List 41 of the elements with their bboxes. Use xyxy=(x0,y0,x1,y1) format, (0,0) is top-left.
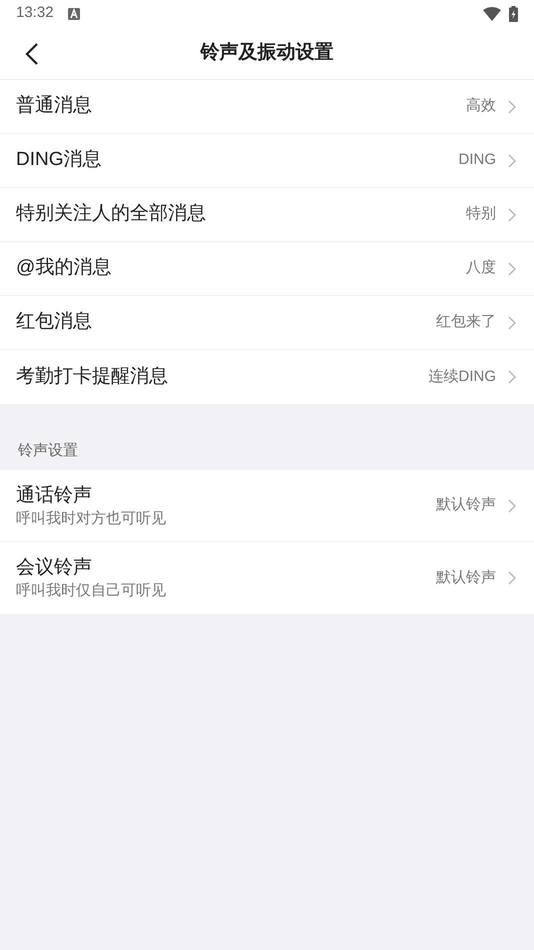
chevron-icon xyxy=(508,370,516,384)
setting-label: 考勤打卡提醒消息 xyxy=(16,364,168,389)
chevron-icon xyxy=(508,571,516,585)
setting-value: 连续DING xyxy=(428,366,496,387)
setting-value: 默认铃声 xyxy=(436,495,496,516)
battery-icon xyxy=(509,6,518,22)
status-time: 13:32 xyxy=(16,3,54,24)
setting-value: 红包来了 xyxy=(436,312,496,332)
setting-label: 通话铃声 xyxy=(16,484,93,508)
section-heading: 铃声设置 xyxy=(18,440,78,460)
setting-value: 默认铃声 xyxy=(436,568,496,588)
setting-row[interactable]: 普通消息 高效 xyxy=(0,80,534,134)
setting-value: 特别 xyxy=(466,204,496,224)
setting-label: @我的消息 xyxy=(16,256,112,280)
chevron-icon xyxy=(508,498,516,512)
setting-label: 特别关注人的全部消息 xyxy=(16,202,206,226)
setting-row[interactable]: DING消息 DING xyxy=(0,134,534,188)
setting-row[interactable]: 会议铃声 呼叫我时仅自己可听见 默认铃声 xyxy=(0,542,534,614)
setting-label: DING消息 xyxy=(16,148,102,172)
chevron-icon xyxy=(508,316,516,330)
setting-value: 八度 xyxy=(466,258,496,278)
setting-row[interactable]: 红包消息 红包来了 xyxy=(0,296,534,350)
setting-row[interactable]: @我的消息 八度 xyxy=(0,242,534,296)
setting-label: 红包消息 xyxy=(16,310,92,334)
chevron-icon xyxy=(508,100,516,114)
notification-icon xyxy=(68,8,80,20)
setting-label: 普通消息 xyxy=(16,94,92,118)
setting-row[interactable]: 特别关注人的全部消息 特别 xyxy=(0,188,534,242)
setting-row[interactable]: 通话铃声 呼叫我时对方也可听见 默认铃声 xyxy=(0,470,534,542)
wifi-icon xyxy=(483,6,501,20)
page-title: 铃声及振动设置 xyxy=(200,40,334,65)
setting-description: 呼叫我时仅自己可听见 xyxy=(16,581,166,601)
chevron-icon xyxy=(508,208,516,222)
chevron-icon xyxy=(508,262,516,276)
setting-label: 会议铃声 xyxy=(16,556,93,580)
setting-row[interactable]: 考勤打卡提醒消息 连续DING xyxy=(0,350,534,404)
setting-value: 高效 xyxy=(466,96,496,116)
back-icon xyxy=(25,42,39,66)
chevron-icon xyxy=(508,154,516,168)
setting-value: DING xyxy=(458,150,496,170)
setting-description: 呼叫我时对方也可听见 xyxy=(16,508,166,528)
